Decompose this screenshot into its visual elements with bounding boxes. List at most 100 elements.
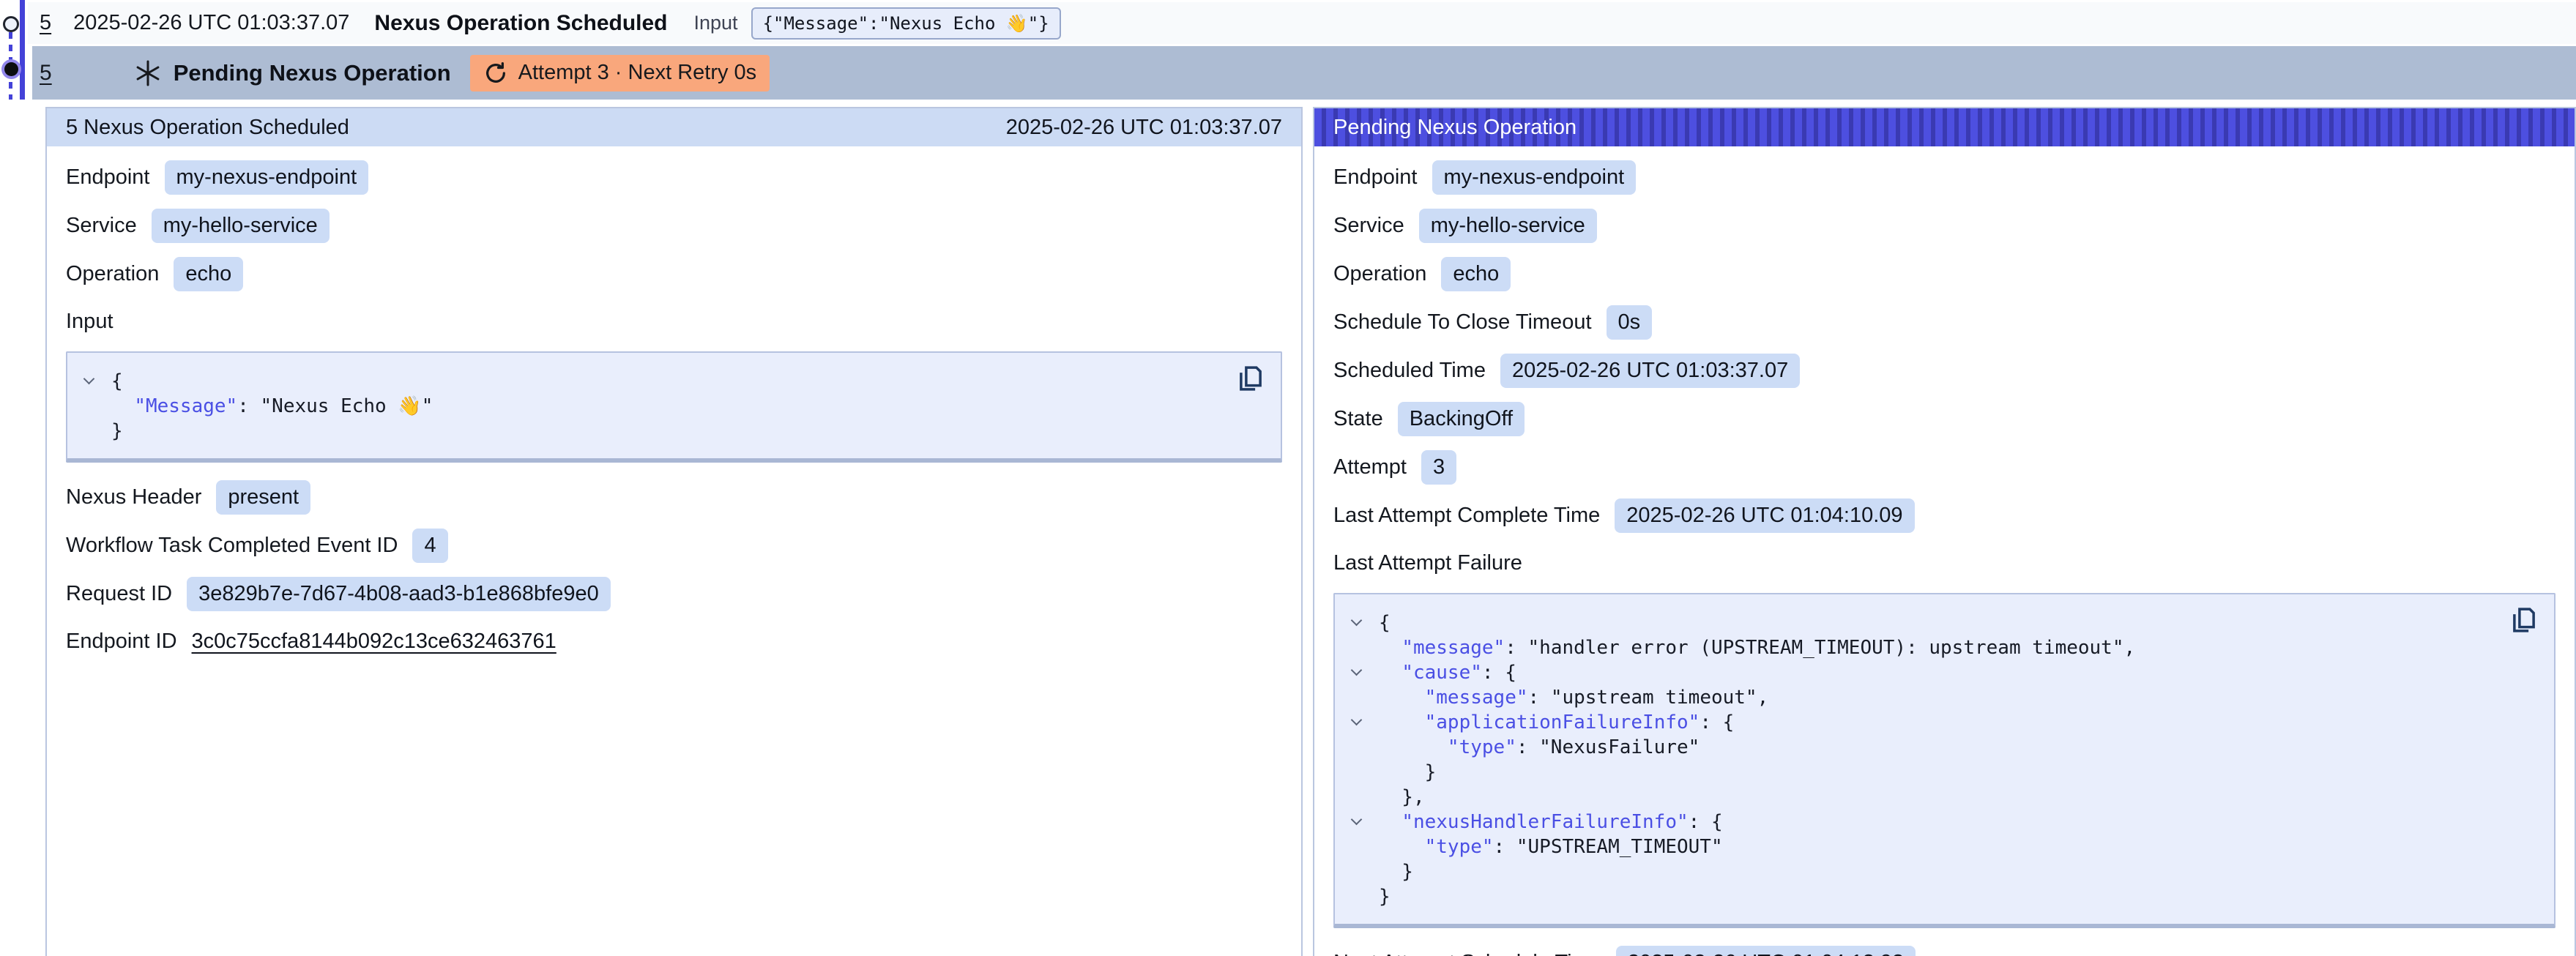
pending-panel-body: Endpoint my-nexus-endpoint Service my-hello… <box>1314 160 2575 956</box>
field-value-badge: present <box>216 480 310 515</box>
json-code-block: { "Message": "Nexus Echo 👋"} <box>66 351 1282 463</box>
timeline-pending-dot-icon[interactable] <box>4 62 18 76</box>
pending-operation-title: Pending Nexus Operation <box>174 60 451 86</box>
field-value-badge: my-hello-service <box>152 209 330 243</box>
field-value-badge: 4 <box>412 529 447 563</box>
event-timeline-rail <box>0 0 45 102</box>
attempt-retry-badge: Attempt 3 · Next Retry 0s <box>470 55 770 92</box>
detail-row: Input <box>66 305 1282 337</box>
code-line: } <box>111 419 1263 444</box>
detail-row: Operation echo <box>66 257 1282 291</box>
detail-row: Endpoint my-nexus-endpoint <box>66 160 1282 195</box>
detail-row: Workflow Task Completed Event ID 4 <box>66 529 1282 563</box>
field-value-badge: BackingOff <box>1398 402 1525 436</box>
field-value-badge: echo <box>1441 257 1511 291</box>
event-row-scheduled[interactable]: 5 2025-02-26 UTC 01:03:37.07 Nexus Opera… <box>28 2 2576 44</box>
field-label: Input <box>66 310 113 334</box>
scheduled-panel-time: 2025-02-26 UTC 01:03:37.07 <box>1006 116 1282 140</box>
detail-row: Nexus Header present <box>66 480 1282 515</box>
code-line: } <box>1379 859 2536 884</box>
detail-row: Last Attempt Failure <box>1333 547 2555 579</box>
code-line: "message": "handler error (UPSTREAM_TIME… <box>1379 635 2536 660</box>
field-value-badge: 0s <box>1607 305 1653 340</box>
event-timestamp: 2025-02-26 UTC 01:03:37.07 <box>73 11 349 35</box>
code-line: "nexusHandlerFailureInfo": { <box>1379 810 2536 834</box>
field-value-link[interactable]: 3c0c75ccfa8144b092c13ce632463761 <box>192 630 556 654</box>
detail-row: Request ID 3e829b7e-7d67-4b08-aad3-b1e868… <box>66 577 1282 611</box>
attempt-badge-text: Attempt 3 · Next Retry 0s <box>518 61 757 85</box>
field-value-badge: echo <box>174 257 243 291</box>
field-label: Workflow Task Completed Event ID <box>66 534 398 558</box>
asterisk-pending-icon <box>134 59 162 87</box>
event-input-chip: {"Message":"Nexus Echo 👋"} <box>751 7 1061 40</box>
detail-row: Schedule To Close Timeout 0s <box>1333 305 2555 340</box>
detail-row: Service my-hello-service <box>1333 209 2555 243</box>
detail-row: Service my-hello-service <box>66 209 1282 243</box>
detail-row: Endpoint ID 3c0c75ccfa8144b092c13ce632463… <box>66 625 1282 657</box>
field-value-badge: 3 <box>1421 450 1456 485</box>
code-line: } <box>1379 760 2536 785</box>
scheduled-panel-body: Endpoint my-nexus-endpoint Service my-hello… <box>47 160 1301 657</box>
field-label: Next Attempt Schedule Time <box>1333 951 1601 956</box>
pending-panel-header: Pending Nexus Operation <box>1314 108 2575 146</box>
code-line: }, <box>1379 785 2536 810</box>
field-value-badge: 2025-02-26 UTC 01:04:10.09 <box>1615 498 1914 533</box>
code-line: "cause": { <box>1379 660 2536 685</box>
event-history-rows: 5 2025-02-26 UTC 01:03:37.07 Nexus Opera… <box>28 2 2576 100</box>
code-line: "Message": "Nexus Echo 👋" <box>111 394 1263 419</box>
code-line: "type": "UPSTREAM_TIMEOUT" <box>1379 834 2536 859</box>
field-value-badge: 2025-02-26 UTC 01:03:37.07 <box>1500 354 1800 388</box>
scheduled-panel-title: 5 Nexus Operation Scheduled <box>66 116 349 140</box>
pending-panel-title: Pending Nexus Operation <box>1333 116 1577 140</box>
collapse-chevron-icon[interactable] <box>1351 814 1363 826</box>
event-name: Nexus Operation Scheduled <box>374 11 667 36</box>
code-line: { <box>111 369 1263 394</box>
field-label: Last Attempt Complete Time <box>1333 504 1600 528</box>
code-line: "message": "upstream timeout", <box>1379 685 2536 710</box>
field-value-badge: my-hello-service <box>1419 209 1597 243</box>
field-label: Operation <box>66 262 159 286</box>
field-label: Endpoint <box>66 165 150 190</box>
field-label: Operation <box>1333 262 1426 286</box>
event-row-pending[interactable]: 5 Pending Nexus Operation Attempt 3 · Ne… <box>32 46 2576 100</box>
collapse-chevron-icon[interactable] <box>1351 714 1363 726</box>
code-line: "type": "NexusFailure" <box>1379 735 2536 760</box>
detail-row: Attempt 3 <box>1333 450 2555 485</box>
field-label: Request ID <box>66 582 172 606</box>
collapse-chevron-icon[interactable] <box>83 373 95 385</box>
field-value-badge: 3e829b7e-7d67-4b08-aad3-b1e868bfe9e0 <box>187 577 611 611</box>
field-label: Endpoint ID <box>66 630 177 654</box>
json-code-block: { "message": "handler error (UPSTREAM_TI… <box>1333 593 2555 928</box>
field-label: Service <box>66 214 137 238</box>
field-label: Last Attempt Failure <box>1333 551 1522 575</box>
event-input-label: Input <box>694 12 738 34</box>
field-value-badge: 2025-02-26 UTC 01:04:13.93 <box>1616 946 1916 956</box>
field-label: Scheduled Time <box>1333 359 1486 383</box>
field-value-badge: my-nexus-endpoint <box>165 160 369 195</box>
pending-operation-panel: Pending Nexus Operation Endpoint my-nexus… <box>1313 107 2576 956</box>
detail-row: Endpoint my-nexus-endpoint <box>1333 160 2555 195</box>
detail-row: State BackingOff <box>1333 402 2555 436</box>
scheduled-event-panel: 5 Nexus Operation Scheduled 2025-02-26 U… <box>45 107 1303 956</box>
retry-icon <box>483 61 508 86</box>
field-label: Attempt <box>1333 455 1407 479</box>
code-line: "applicationFailureInfo": { <box>1379 710 2536 735</box>
detail-row: Next Attempt Schedule Time 2025-02-26 UTC… <box>1333 946 2555 956</box>
scheduled-panel-header: 5 Nexus Operation Scheduled 2025-02-26 U… <box>47 108 1301 146</box>
code-line: { <box>1379 610 2536 635</box>
field-label: Service <box>1333 214 1404 238</box>
field-label: State <box>1333 407 1383 431</box>
code-line: } <box>1379 884 2536 909</box>
detail-row: Operation echo <box>1333 257 2555 291</box>
detail-row: Last Attempt Complete Time 2025-02-26 UTC… <box>1333 498 2555 533</box>
field-label: Nexus Header <box>66 485 201 509</box>
detail-row: Scheduled Time 2025-02-26 UTC 01:03:37.07 <box>1333 354 2555 388</box>
event-detail-panels: 5 Nexus Operation Scheduled 2025-02-26 U… <box>45 107 2576 956</box>
field-label: Endpoint <box>1333 165 1418 190</box>
timeline-event-dot-icon <box>3 16 19 32</box>
collapse-chevron-icon[interactable] <box>1351 665 1363 676</box>
collapse-chevron-icon[interactable] <box>1351 615 1363 627</box>
field-value-badge: my-nexus-endpoint <box>1432 160 1637 195</box>
timeline-active-bar <box>20 0 25 100</box>
field-label: Schedule To Close Timeout <box>1333 310 1592 335</box>
